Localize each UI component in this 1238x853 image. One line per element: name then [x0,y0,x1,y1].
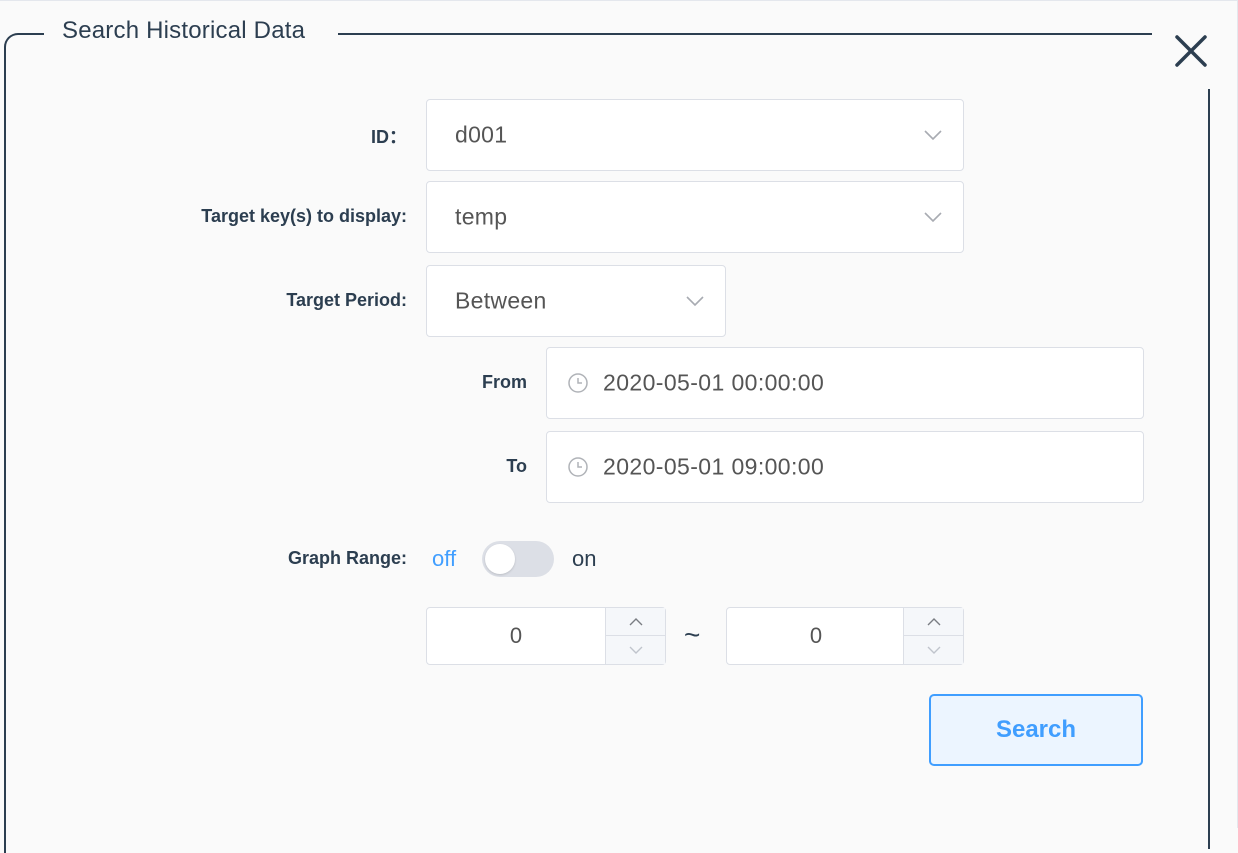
to-datetime-value: 2020-05-01 09:00:00 [603,453,825,480]
graph-range-label: Graph Range: [287,548,407,568]
chevron-down-icon [924,212,942,223]
from-datetime-value: 2020-05-01 00:00:00 [603,369,825,396]
search-historical-data-dialog: Search Historical Data ID： d001 Target k… [0,0,1238,853]
chevron-up-icon [927,617,940,625]
graph-range-max-value[interactable]: 0 [727,608,905,664]
stepper [605,608,665,664]
close-icon [1175,35,1207,67]
chevron-down-icon [686,296,704,307]
chevron-down-icon [629,646,642,654]
chevron-down-icon [927,646,940,654]
decrement-button[interactable] [904,636,963,664]
id-select[interactable]: d001 [426,99,964,171]
clock-icon [568,457,588,477]
target-keys-select-value: temp [455,203,508,230]
graph-range-min-value[interactable]: 0 [427,608,605,664]
chevron-down-icon [924,130,942,141]
to-label: To [506,456,527,476]
target-keys-select[interactable]: temp [426,181,964,253]
graph-range-max-input[interactable]: 0 [726,607,964,665]
from-label: From [482,372,527,392]
target-period-label: Target Period: [286,290,407,310]
search-button[interactable]: Search [929,694,1143,766]
graph-range-off-label[interactable]: off [432,546,456,572]
range-separator: ~ [684,619,701,650]
clock-icon [568,373,588,393]
chevron-up-icon [629,617,642,625]
id-select-value: d001 [455,121,508,148]
target-period-select-value: Between [455,287,547,314]
increment-button[interactable] [904,608,963,636]
fieldset-border-right [1208,89,1210,849]
close-button[interactable] [1168,31,1214,73]
graph-range-on-label[interactable]: on [572,546,596,572]
dialog-title: Search Historical Data [62,17,306,44]
fieldset-border-top [338,33,1152,35]
id-label: ID： [371,127,407,147]
stepper [903,608,963,664]
decrement-button[interactable] [606,636,665,664]
toggle-knob [485,544,515,574]
to-datetime-input[interactable]: 2020-05-01 09:00:00 [546,431,1144,503]
increment-button[interactable] [606,608,665,636]
graph-range-min-input[interactable]: 0 [426,607,666,665]
fieldset-border-left [4,33,44,853]
graph-range-toggle[interactable] [482,541,554,577]
from-datetime-input[interactable]: 2020-05-01 00:00:00 [546,347,1144,419]
target-period-select[interactable]: Between [426,265,726,337]
target-keys-label: Target key(s) to display: [201,206,407,226]
